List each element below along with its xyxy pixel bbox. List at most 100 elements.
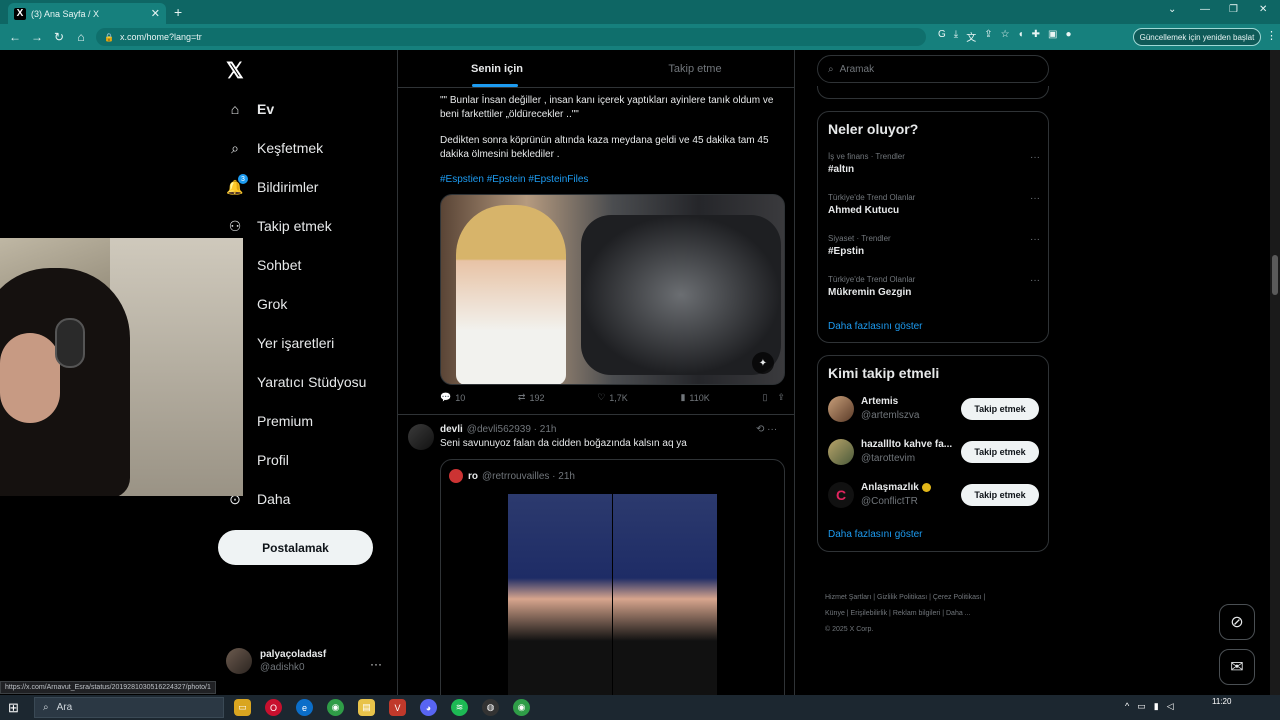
obs-icon[interactable]: ◍ <box>482 699 499 716</box>
discord-icon[interactable]: ◕ <box>420 699 437 716</box>
like-button[interactable]: ♡ 1,7K <box>597 392 628 403</box>
nav-label: Grok <box>257 296 288 312</box>
follow-suggestion[interactable]: Artemis @artemlszva Takip etmek <box>828 396 1040 426</box>
repost-button[interactable]: ⇄ 192 <box>518 392 545 403</box>
tweet-hashtags[interactable]: #Espstien #Epstein #EpsteinFiles <box>440 174 588 185</box>
reply-icon: 💬 <box>440 392 452 402</box>
tweet2-more-icon[interactable]: ⟲ ··· <box>756 424 777 435</box>
opera-icon[interactable]: O <box>265 699 282 716</box>
heart-icon: ♡ <box>597 392 606 402</box>
tab-for-you[interactable]: Senin için <box>398 50 596 87</box>
voicemeeter-icon[interactable]: V <box>389 699 406 716</box>
scrollbar-thumb[interactable] <box>1272 255 1278 295</box>
quote-handle-time: @retrrouvailles · 21h <box>482 470 575 482</box>
views-button[interactable]: ▮ 110K <box>680 392 709 403</box>
star-icon[interactable]: ☆ <box>1001 29 1010 44</box>
tweet-image[interactable]: ✦ <box>440 194 785 385</box>
scrollbar[interactable] <box>1270 50 1280 695</box>
more-icon[interactable]: ··· <box>1030 152 1040 163</box>
footer-line[interactable]: Künye | Erişilebilirlik | Reklam bilgile… <box>825 606 1045 622</box>
reply-button[interactable]: 💬 10 <box>440 392 465 403</box>
close-window-button[interactable]: ✕ <box>1259 4 1267 15</box>
share-button[interactable]: ⇪ <box>777 392 785 403</box>
quoted-tweet[interactable]: ro @retrrouvailles · 21h <box>440 459 785 695</box>
x-logo-icon[interactable]: 𝕏 <box>226 58 244 84</box>
translate-icon[interactable]: 文 <box>966 29 976 44</box>
quote-image-right[interactable] <box>613 494 717 695</box>
follow-button[interactable]: Takip etmek <box>961 484 1039 506</box>
account-switcher[interactable]: palyaçoladasf @adishk0 <box>226 648 326 674</box>
copyright: © 2025 X Corp. <box>825 626 874 633</box>
file-explorer-icon[interactable]: ▭ <box>234 699 251 716</box>
network-icon[interactable]: ▭ <box>1137 701 1146 712</box>
headphones-icon <box>55 318 85 368</box>
tab-search-icon[interactable]: ⌄ <box>1168 4 1176 15</box>
edge-icon[interactable]: e <box>296 699 313 716</box>
browser-menu-icon[interactable]: ⋮ <box>1266 29 1277 42</box>
home-page-icon[interactable]: ⌂ <box>70 30 92 44</box>
spotify-icon[interactable]: ≋ <box>451 699 468 716</box>
tab-close-icon[interactable]: ✕ <box>151 7 160 20</box>
notes-icon[interactable]: ▤ <box>358 699 375 716</box>
nav-item-home[interactable]: ⌂ Ev <box>226 100 274 118</box>
trend-item[interactable]: Türkiye'de Trend Olanlar Mükremin Gezgin… <box>828 275 1040 298</box>
suggestion-name: hazalllto kahve fa... <box>861 439 953 450</box>
who-show-more-link[interactable]: Daha fazlasını göster <box>828 529 923 540</box>
url-field[interactable]: 🔒 x.com/home?lang=tr <box>96 28 926 46</box>
follow-button[interactable]: Takip etmek <box>961 398 1039 420</box>
more-icon[interactable]: ··· <box>1030 234 1040 245</box>
account-more-icon[interactable]: ··· <box>370 657 382 671</box>
trend-item[interactable]: Siyaset · Trendler #Epstin ··· <box>828 234 1040 257</box>
trend-item[interactable]: Türkiye'de Trend Olanlar Ahmed Kutucu ··… <box>828 193 1040 216</box>
google-icon[interactable]: G <box>938 29 946 44</box>
chrome-profile-icon[interactable]: ◉ <box>513 699 530 716</box>
nav-item-notifications[interactable]: 🔔 3 Bildirimler <box>226 174 318 196</box>
taskbar-search-input[interactable]: ⌕ Ara <box>34 697 224 718</box>
reply-count: 10 <box>455 392 466 403</box>
post-button[interactable]: Postalamak <box>218 530 373 565</box>
share-icon[interactable]: ⇪ <box>984 29 992 44</box>
webcam-overlay <box>0 238 243 496</box>
nav-item-explore[interactable]: ⌕ Keşfetmek <box>226 139 323 157</box>
tray-chevron-icon[interactable]: ^ <box>1125 701 1129 712</box>
puzzle-icon[interactable]: ✚ <box>1032 29 1040 44</box>
follow-suggestion[interactable]: C Anlaşmazlık @ConflictTR Takip etmek <box>828 482 1040 512</box>
audio-icon[interactable]: ◖ <box>1018 29 1024 44</box>
follow-suggestion[interactable]: hazalllto kahve fa... @tarottevim Takip … <box>828 439 1040 469</box>
tweet2-author-name[interactable]: devli <box>440 424 463 435</box>
tab-following[interactable]: Takip etme <box>596 50 794 87</box>
nav-item-follow[interactable]: ⚇ Takip etmek <box>226 217 332 235</box>
grok-fab-icon[interactable]: ⊘ <box>1219 604 1255 640</box>
mic-icon[interactable]: ▮ <box>1154 701 1159 712</box>
grok-image-icon[interactable]: ✦ <box>752 352 774 374</box>
more-icon[interactable]: ··· <box>1030 193 1040 204</box>
search-input[interactable]: ⌕ Aramak <box>817 55 1049 83</box>
footer-line[interactable]: Hizmet Şartları | Gizlilik Politikası | … <box>825 590 1045 606</box>
trend-item[interactable]: İş ve finans · Trendler #altın ··· <box>828 152 1040 175</box>
quote-image-left[interactable] <box>508 494 612 695</box>
trend-category: İş ve finans · Trendler <box>828 152 905 161</box>
update-restart-button[interactable]: Güncellemek için yeniden başlat <box>1133 28 1261 46</box>
more-icon[interactable]: ··· <box>1030 275 1040 286</box>
minimize-button[interactable]: — <box>1200 4 1210 15</box>
messages-fab-icon[interactable]: ✉ <box>1219 649 1255 685</box>
nav-item-creator-studio[interactable]: ▦Yaratıcı Stüdyosu <box>226 373 366 391</box>
avatar[interactable] <box>408 424 434 450</box>
taskbar-clock[interactable]: 11:20 <box>1212 697 1231 707</box>
profile-icon[interactable]: ● <box>1065 29 1071 44</box>
browser-tab[interactable]: X (3) Ana Sayfa / X ✕ <box>8 3 166 24</box>
windows-start-icon[interactable]: ⊞ <box>8 700 19 716</box>
sidepanel-icon[interactable]: ▣ <box>1048 29 1057 44</box>
install-icon[interactable]: ⤓ <box>954 29 958 44</box>
new-tab-button[interactable]: + <box>174 4 182 20</box>
back-icon[interactable]: ← <box>4 30 26 44</box>
maximize-button[interactable]: ❐ <box>1229 4 1238 15</box>
bookmark-button[interactable]: ▯ <box>762 392 767 403</box>
forward-icon[interactable]: → <box>26 30 48 44</box>
follow-button[interactable]: Takip etmek <box>961 441 1039 463</box>
volume-icon[interactable]: ◁ <box>1167 701 1174 712</box>
trends-show-more-link[interactable]: Daha fazlasını göster <box>828 321 923 332</box>
bell-icon: 🔔 3 <box>226 174 248 196</box>
chrome-icon[interactable]: ◉ <box>327 699 344 716</box>
reload-icon[interactable]: ↻ <box>48 30 70 44</box>
